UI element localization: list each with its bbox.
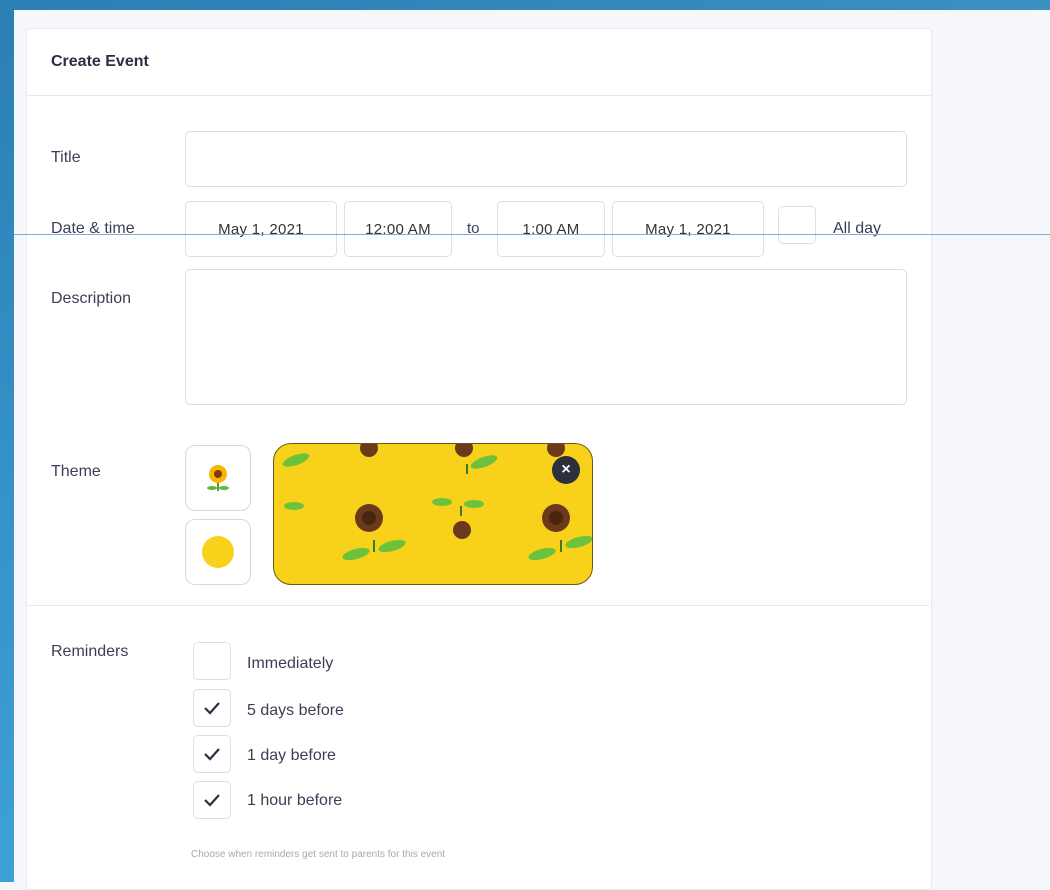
remove-theme-button[interactable]: ×	[552, 456, 580, 484]
description-label: Description	[51, 290, 132, 307]
all-day-checkbox[interactable]	[778, 206, 816, 244]
reminder-1-day-checkbox[interactable]	[193, 735, 231, 773]
reminder-5-days-label: 5 days before	[247, 702, 344, 719]
reminders-label: Reminders	[51, 643, 129, 660]
reminders-hint: Choose when reminders get sent to parent…	[191, 849, 446, 860]
title-label: Title	[51, 149, 81, 166]
checkmark-icon	[204, 702, 220, 715]
theme-label: Theme	[51, 463, 101, 480]
reminder-immediately-checkbox[interactable]	[193, 642, 231, 680]
section-divider	[27, 605, 929, 606]
description-textarea[interactable]	[186, 270, 906, 404]
sunflower-pattern	[282, 444, 592, 561]
end-date-field[interactable]: May 1, 2021	[612, 201, 764, 257]
start-date-field[interactable]: May 1, 2021	[185, 201, 337, 257]
reminder-1-day-label: 1 day before	[247, 747, 336, 764]
sunflower-icon	[207, 465, 229, 491]
window-left-band	[0, 0, 14, 882]
window-top-band	[0, 0, 1050, 10]
end-time-field[interactable]: 1:00 AM	[497, 201, 605, 257]
reminder-5-days-checkbox[interactable]	[193, 689, 231, 727]
checkmark-icon	[204, 748, 220, 761]
start-time-field[interactable]: 12:00 AM	[344, 201, 452, 257]
theme-color-button[interactable]	[185, 519, 251, 585]
card-title: Create Event	[27, 29, 931, 96]
guide-line	[14, 234, 1050, 235]
create-event-card: Create Event Title Date & time May 1, 20…	[26, 28, 932, 890]
reminder-1-hour-checkbox[interactable]	[193, 781, 231, 819]
description-field[interactable]	[185, 269, 907, 405]
reminder-immediately-label: Immediately	[247, 655, 334, 672]
yellow-dot-icon	[202, 536, 234, 568]
theme-preview: ×	[273, 443, 593, 585]
theme-pattern-button[interactable]	[185, 445, 251, 511]
title-field[interactable]	[185, 131, 907, 187]
all-day-label: All day	[833, 220, 882, 237]
title-input[interactable]	[186, 132, 906, 186]
reminder-1-hour-label: 1 hour before	[247, 792, 343, 809]
date-time-label: Date & time	[51, 220, 135, 237]
checkmark-icon	[204, 794, 220, 807]
